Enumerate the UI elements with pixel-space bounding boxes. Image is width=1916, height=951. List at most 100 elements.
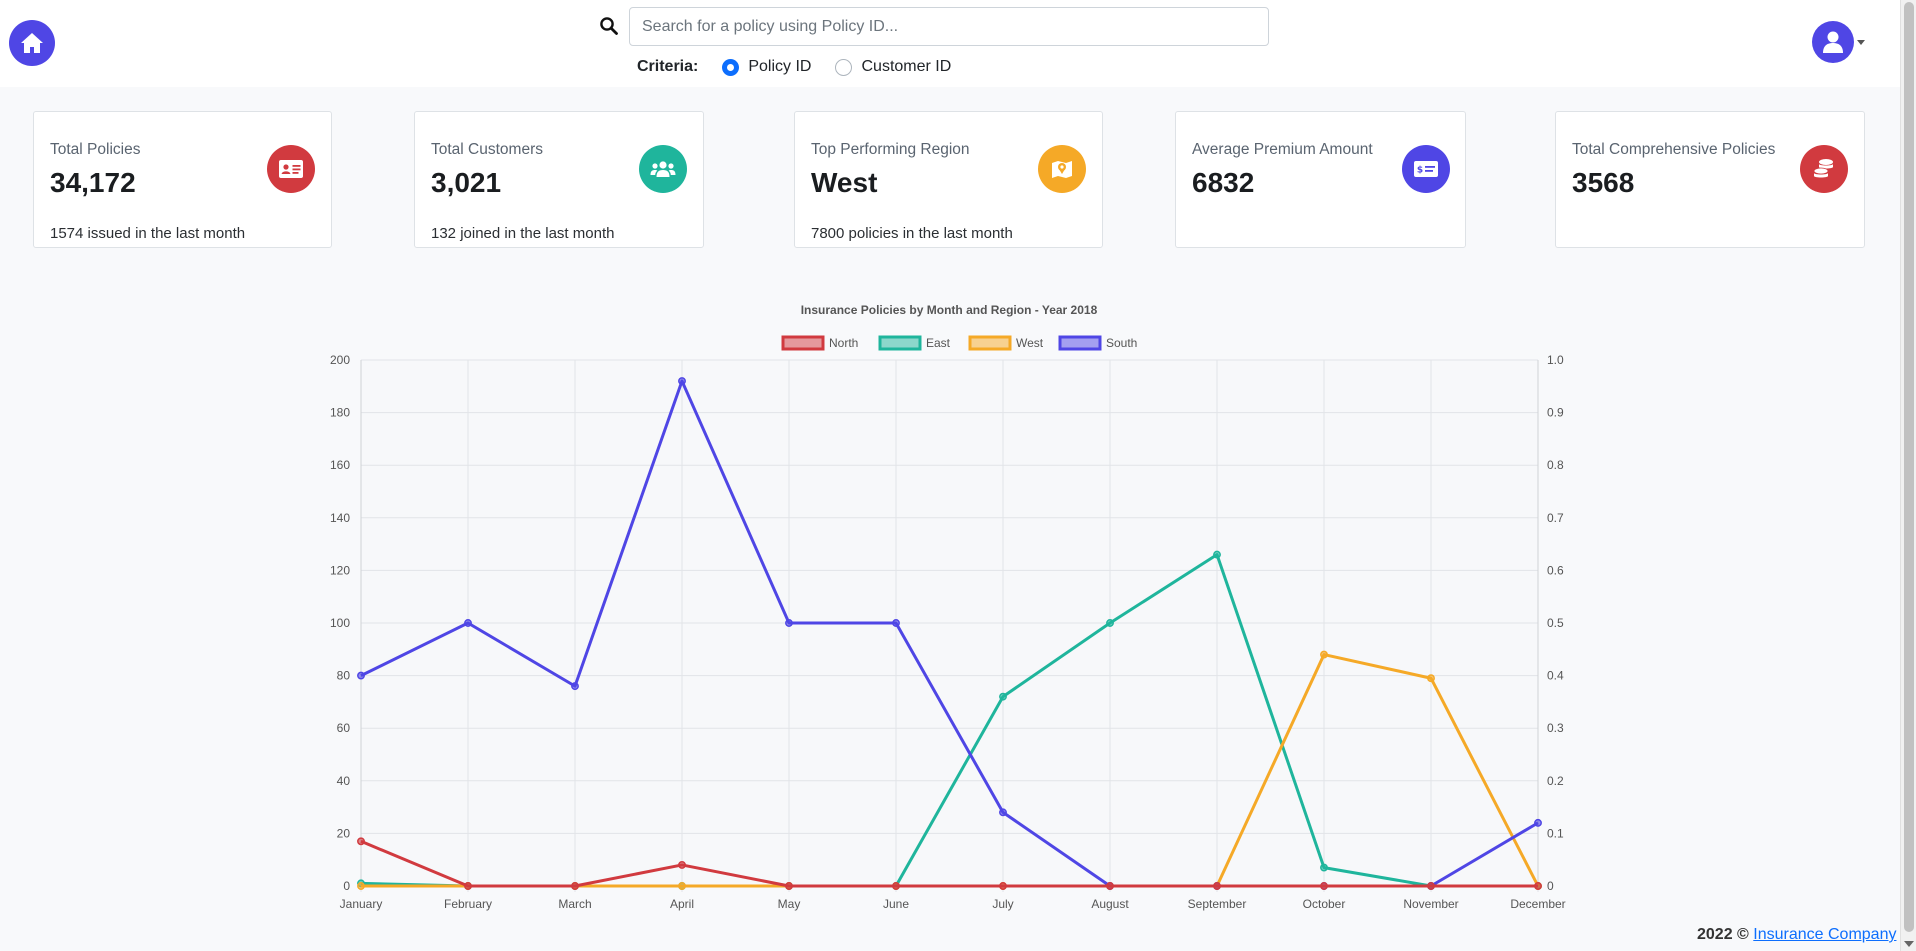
- x-tick-label: September: [1188, 897, 1247, 911]
- card-icon-circle: [1038, 145, 1086, 193]
- legend-swatch: [781, 335, 825, 351]
- data-point-east: [1106, 619, 1114, 627]
- data-point-south: [678, 377, 686, 385]
- y-tick-label: 0: [343, 879, 350, 893]
- y-tick-label: 20: [337, 826, 351, 840]
- legend-swatch: [968, 335, 1012, 351]
- home-icon: [21, 33, 43, 53]
- x-tick-label: January: [340, 897, 383, 911]
- data-point-north: [1427, 882, 1435, 890]
- page-scrollbar[interactable]: [1900, 0, 1916, 951]
- coins-icon: [1813, 159, 1833, 178]
- users-icon: [650, 161, 676, 177]
- data-point-north: [357, 837, 365, 846]
- card-icon-circle: [639, 145, 687, 193]
- card-value: 3,021: [431, 167, 502, 198]
- scrollbar-thumb[interactable]: [1904, 2, 1914, 932]
- y-tick-label: 180: [330, 406, 350, 420]
- data-point-west: [1320, 650, 1328, 659]
- data-point-south: [571, 682, 579, 691]
- y-tick-label: 100: [330, 616, 350, 630]
- data-point-north: [892, 882, 900, 890]
- x-tick-label: April: [670, 897, 694, 911]
- y2-tick-label: 0.8: [1547, 458, 1564, 472]
- scroll-down-arrow-icon[interactable]: [1904, 941, 1914, 947]
- card-value: West: [811, 167, 878, 198]
- comprehensive-policies-card: Total Comprehensive Policies 3568: [1555, 111, 1865, 248]
- data-point-north: [1320, 882, 1328, 890]
- x-tick-label: August: [1091, 897, 1129, 911]
- legend-label: West: [1016, 336, 1044, 350]
- card-subtext: 1574 issued in the last month: [50, 225, 246, 242]
- card-title: Average Premium Amount: [1192, 141, 1373, 158]
- policy-id-radio[interactable]: [722, 58, 740, 76]
- data-point-east: [1320, 863, 1328, 872]
- x-tick-label: May: [778, 897, 801, 911]
- card-value: 3568: [1572, 167, 1635, 198]
- id-card-icon: [279, 160, 303, 178]
- legend-label: North: [829, 336, 858, 350]
- data-point-north: [571, 882, 579, 890]
- footer-company-link[interactable]: Insurance Company: [1753, 926, 1896, 943]
- y-tick-label: 160: [330, 458, 350, 472]
- customer-id-radio-label[interactable]: Customer ID: [861, 58, 951, 76]
- customer-id-radio[interactable]: [835, 58, 853, 76]
- y2-tick-label: 0: [1547, 879, 1554, 893]
- average-premium-card: Average Premium Amount 6832 $: [1175, 111, 1466, 248]
- data-point-north: [464, 882, 472, 890]
- policies-line-chart: 0 20 40 60 80 100 120 140 160 180 200 0 0.1 0.2 0.3 0.4…: [0, 290, 1900, 920]
- data-point-south: [357, 671, 365, 680]
- x-tick-label: December: [1510, 897, 1565, 911]
- x-tick-label: June: [883, 897, 909, 911]
- data-point-south: [785, 619, 793, 627]
- y2-tick-label: 0.1: [1547, 826, 1564, 840]
- data-point-south: [999, 808, 1007, 817]
- policy-search-input[interactable]: [629, 7, 1269, 46]
- data-point-south: [892, 619, 900, 627]
- user-icon: [1823, 31, 1843, 53]
- card-subtext: 7800 policies in the last month: [811, 225, 1013, 242]
- data-point-west: [1427, 674, 1435, 683]
- data-point-north: [1106, 882, 1114, 890]
- search-criteria: Criteria: Policy ID Customer ID: [637, 56, 975, 78]
- x-tick-label: February: [444, 897, 492, 911]
- card-icon-circle: [267, 145, 315, 193]
- data-point-north: [785, 882, 793, 890]
- x-tick-label: October: [1303, 897, 1346, 911]
- money-bill-icon: $: [1414, 161, 1438, 177]
- home-button[interactable]: [9, 20, 55, 66]
- svg-text:$: $: [1417, 166, 1423, 176]
- card-value: 6832: [1192, 167, 1255, 198]
- data-point-north: [1534, 882, 1542, 890]
- legend-swatch: [1058, 335, 1102, 351]
- x-tick-label: July: [992, 897, 1013, 911]
- top-region-card: Top Performing Region West 7800 policies…: [794, 111, 1103, 248]
- chart-canvas: 0 20 40 60 80 100 120 140 160 180 200 0 0.1 0.2 0.3 0.4…: [330, 303, 1566, 911]
- card-title: Top Performing Region: [811, 141, 970, 158]
- data-point-east: [999, 692, 1007, 701]
- top-navbar: Criteria: Policy ID Customer ID: [0, 0, 1900, 87]
- search-icon: [600, 17, 618, 35]
- card-title: Total Customers: [431, 141, 543, 158]
- y2-tick-label: 0.7: [1547, 511, 1564, 525]
- legend-label: South: [1106, 336, 1137, 350]
- data-point-east: [1213, 550, 1221, 559]
- criteria-label: Criteria:: [637, 58, 699, 75]
- card-value: 34,172: [50, 167, 136, 198]
- card-subtext: 132 joined in the last month: [431, 225, 615, 242]
- card-title: Total Comprehensive Policies: [1572, 141, 1776, 158]
- y2-tick-label: 0.2: [1547, 774, 1564, 788]
- data-point-west: [357, 882, 365, 890]
- x-tick-label: November: [1403, 897, 1458, 911]
- card-icon-circle: [1800, 145, 1848, 193]
- user-menu-button[interactable]: [1812, 21, 1854, 63]
- dropdown-caret-icon[interactable]: [1857, 40, 1865, 45]
- y-tick-label: 200: [330, 353, 350, 367]
- card-icon-circle: $: [1402, 145, 1450, 193]
- y2-tick-label: 0.6: [1547, 563, 1564, 577]
- policy-id-radio-label[interactable]: Policy ID: [748, 58, 811, 76]
- y2-tick-label: 0.5: [1547, 616, 1564, 630]
- data-point-south: [1534, 818, 1542, 827]
- page-footer: 2022 © Insurance Company: [1697, 926, 1896, 944]
- y2-tick-label: 1.0: [1547, 353, 1564, 367]
